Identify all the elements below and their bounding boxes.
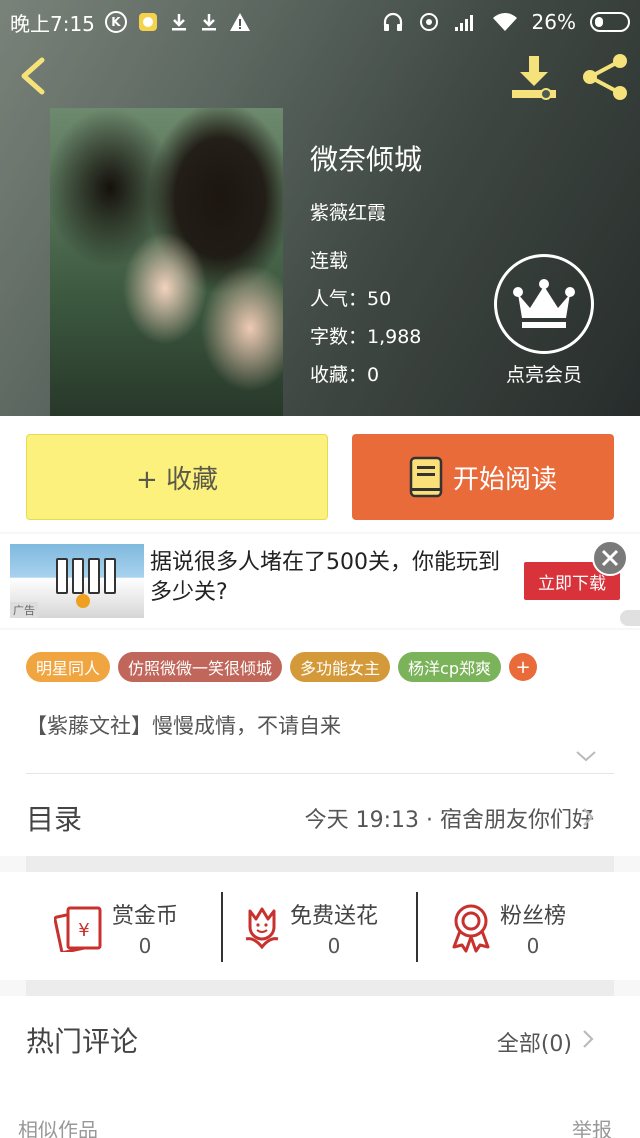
similar-works-label[interactable]: 相似作品 [18,1114,98,1138]
expand-chevron-icon[interactable] [574,748,598,764]
ad-image: 广告 [10,544,144,618]
book-info-section: 明星同人 仿照微微一笑很倾城 多功能女主 杨洋cp郑爽 + 【紫藤文社】慢慢成情… [0,630,640,856]
hot-comments-title: 热门评论 [26,1025,139,1058]
coin-envelope-icon: ¥ [54,906,102,952]
book-author[interactable]: 紫薇红霞 [310,198,386,225]
reward-coins-value: 0 [138,934,152,958]
download-notification-icon [169,12,189,32]
divider [221,892,223,962]
book-word-count: 字数：1,988 [310,326,422,348]
download-notification-icon [199,12,219,32]
catalog-label[interactable]: 目录 [26,798,82,838]
close-icon [601,549,619,567]
reward-coins-label: 赏金币 [112,904,179,929]
start-reading-label: 开始阅读 [452,464,557,495]
send-flower-button[interactable]: 免费送花 0 [242,896,378,960]
ad-banner[interactable]: 广告 据说很多人堵在了500关，你能玩到多少关? 立即下载 [0,534,640,628]
medal-icon [452,904,490,953]
latest-chapter[interactable]: 今天 19:13 · 宿舍朋友你们好 [305,802,594,834]
action-bar: + 收藏 开始阅读 [0,416,640,532]
section-separator [26,856,614,872]
chevron-right-icon [583,1030,594,1048]
book-popularity: 人气：50 [310,288,392,310]
ad-text: 据说很多人堵在了500关，你能玩到多少关? [150,550,500,605]
signal-icon [454,12,478,32]
divider [26,773,614,774]
crown-icon [494,254,594,354]
flower-icon [245,907,279,950]
download-button[interactable] [508,52,560,104]
tag-item[interactable]: 仿照微微一笑很倾城 [118,652,283,682]
chevron-left-icon [21,57,45,95]
send-flower-value: 0 [327,934,341,958]
app-notification-icon [137,11,159,33]
k-app-icon: K [104,11,127,33]
send-flower-label: 免费送花 [290,904,379,929]
vip-member-button[interactable]: 点亮会员 [490,254,598,387]
ad-close-button[interactable] [592,540,628,576]
ad-badge: 广告 [10,602,38,618]
fan-ranking-label: 粉丝榜 [500,904,567,929]
status-time: 晚上7:15 [10,11,95,36]
divider [416,892,418,962]
ad-marker-icon [620,610,640,626]
hotspot-icon [418,11,440,33]
battery-percent: 26% [531,10,576,34]
reward-coins-button[interactable]: ¥ 赏金币 0 [54,896,178,960]
share-button[interactable] [580,52,630,102]
vip-label: 点亮会员 [505,364,582,386]
book-intro: 【紫藤文社】慢慢成情，不请自来 [26,714,341,738]
section-separator [26,980,614,996]
warning-icon [229,12,251,32]
start-reading-button[interactable]: 开始阅读 [352,434,614,520]
tag-item[interactable]: 明星同人 [26,652,111,682]
back-button[interactable] [14,54,58,98]
status-bar: 晚上7:15 K 26% [0,0,640,44]
chevron-right-icon [583,808,594,826]
tag-item[interactable]: 多功能女主 [290,652,391,682]
tag-item[interactable]: 杨洋cp郑爽 [398,652,502,682]
hot-comments-section: 热门评论 全部(0) 相似作品 举报 [0,996,640,1138]
collect-button[interactable]: + 收藏 [26,434,328,520]
book-icon [409,456,443,498]
svg-text:¥: ¥ [78,920,89,941]
tag-list: 明星同人 仿照微微一笑很倾城 多功能女主 杨洋cp郑爽 + [26,652,538,682]
wifi-icon [492,12,518,32]
share-icon [583,54,627,100]
fan-ranking-button[interactable]: 粉丝榜 0 [450,896,566,960]
all-comments-link[interactable]: 全部(0) [497,1026,572,1058]
support-row: ¥ 赏金币 0 免费送花 0 粉丝榜 0 [0,872,640,980]
report-link[interactable]: 举报 [572,1114,612,1138]
book-status: 连载 [310,250,349,272]
book-cover-image [50,108,283,416]
fan-ranking-value: 0 [526,934,540,958]
battery-icon [590,12,630,32]
book-title: 微奈倾城 [310,143,423,176]
book-favorites: 收藏：0 [310,364,380,386]
book-header: 晚上7:15 K 26% 微奈倾城 紫薇红霞 连载 人气：50 字数：1,988… [0,0,640,416]
add-tag-button[interactable]: + [509,653,538,681]
download-icon [512,56,556,100]
headphones-icon [382,11,404,33]
